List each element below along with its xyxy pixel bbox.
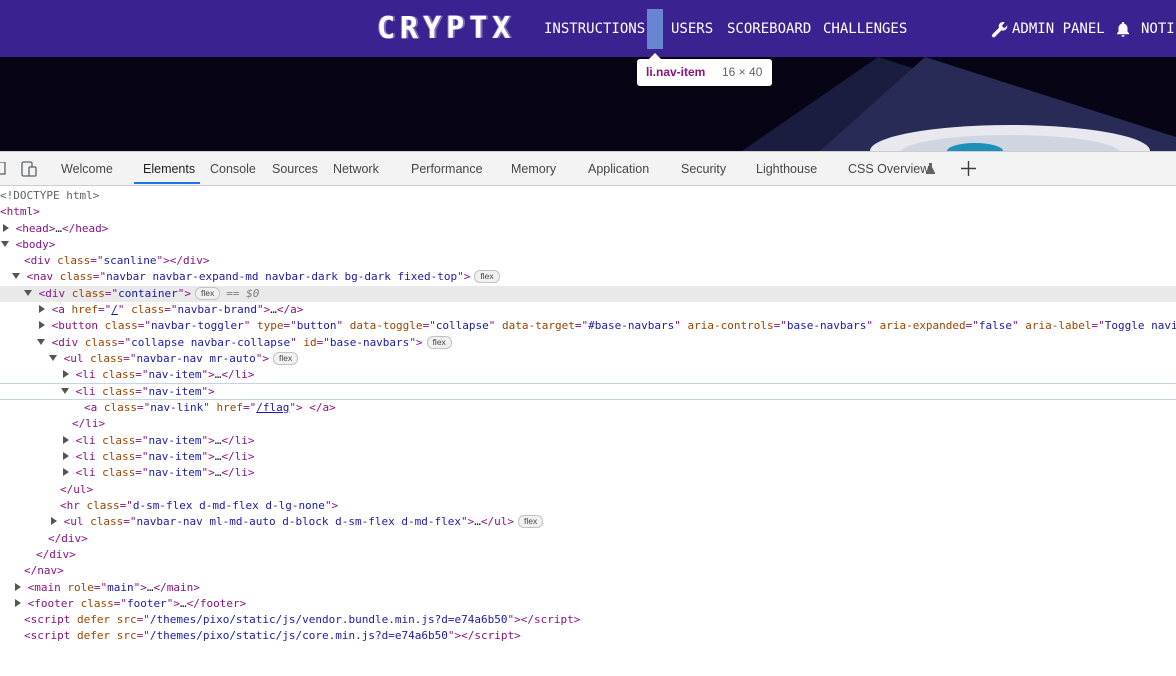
dom-node-hr[interactable]: <hr class="d-sm-flex d-md-flex d-lg-none…: [0, 498, 1176, 514]
wrench-icon: [991, 22, 1008, 38]
inspected-nav-item-highlight: [647, 9, 663, 49]
hero-graphic: [742, 57, 1176, 151]
inspect-tooltip: li.nav-item 16 × 40: [637, 53, 772, 86]
nav-link-admin-panel[interactable]: ADMIN PANEL: [1012, 19, 1105, 39]
collapsed-triangle-icon[interactable]: [39, 305, 45, 313]
add-tab-plus-icon[interactable]: [960, 160, 977, 177]
dom-node-nav[interactable]: <nav class="navbar navbar-expand-md navb…: [0, 269, 1176, 285]
tab-application[interactable]: Application: [588, 152, 649, 185]
expanded-triangle-icon[interactable]: [37, 339, 45, 345]
dom-node-footer[interactable]: <footer class="footer">…</footer>: [0, 596, 1176, 612]
dom-node-navbar-nav-ul[interactable]: <ul class="navbar-nav mr-auto"> flex: [0, 351, 1176, 367]
tab-sources[interactable]: Sources: [272, 152, 318, 185]
tab-welcome[interactable]: Welcome: [61, 152, 113, 185]
nav-link-scoreboard[interactable]: SCOREBOARD: [727, 19, 811, 39]
brand-logo[interactable]: CRYPTX: [377, 13, 515, 45]
dom-node-navbar-collapse[interactable]: <div class="collapse navbar-collapse" id…: [0, 335, 1176, 351]
tab-memory[interactable]: Memory: [511, 152, 556, 185]
bell-icon: [1117, 22, 1129, 37]
dom-node-nav-close[interactable]: </nav>: [0, 563, 1176, 579]
dom-node-html[interactable]: <html>: [0, 204, 1176, 220]
nav-link-users[interactable]: USERS: [671, 19, 713, 39]
dom-node-head[interactable]: <head>…</head>: [0, 221, 1176, 237]
tooltip-dimensions: 16 × 40: [722, 65, 763, 79]
expanded-triangle-icon[interactable]: [1, 241, 9, 247]
dom-node-main[interactable]: <main role="main">…</main>: [0, 580, 1176, 596]
nav-link-notifications[interactable]: NOTIFI: [1141, 19, 1176, 39]
dom-node-li-close[interactable]: </li>: [0, 416, 1176, 432]
collapsed-triangle-icon[interactable]: [63, 468, 69, 476]
collapsed-triangle-icon[interactable]: [51, 517, 57, 525]
flex-badge[interactable]: flex: [518, 515, 544, 528]
tab-elements[interactable]: Elements: [143, 152, 195, 185]
tab-security[interactable]: Security: [681, 152, 726, 185]
tab-css-overview[interactable]: CSS Overview: [848, 152, 929, 185]
expanded-triangle-icon[interactable]: [24, 290, 32, 296]
collapsed-triangle-icon[interactable]: [3, 224, 9, 232]
inspect-element-icon[interactable]: [0, 162, 6, 175]
collapsed-triangle-icon[interactable]: [63, 370, 69, 378]
dom-node-div-close[interactable]: </div>: [0, 547, 1176, 563]
nav-link-challenges[interactable]: CHALLENGES: [823, 19, 907, 39]
collapsed-triangle-icon[interactable]: [15, 583, 21, 591]
site-navbar: CRYPTX INSTRUCTIONS USERS SCOREBOARD CHA…: [0, 0, 1176, 57]
dom-node-navbar-toggler[interactable]: <button class="navbar-toggler" type="but…: [0, 318, 1176, 334]
tab-lighthouse[interactable]: Lighthouse: [756, 152, 817, 185]
expanded-triangle-icon[interactable]: [12, 273, 20, 279]
tab-network[interactable]: Network: [333, 152, 379, 185]
dom-node-navbar-nav-ul-right[interactable]: <ul class="navbar-nav ml-md-auto d-block…: [0, 514, 1176, 530]
flex-badge[interactable]: flex: [272, 352, 299, 365]
dom-node-script-vendor[interactable]: <script defer src="/themes/pixo/static/j…: [0, 612, 1176, 628]
selected-node-marker: == $0: [226, 287, 260, 300]
expanded-triangle-icon[interactable]: [49, 355, 57, 361]
flex-badge[interactable]: flex: [426, 336, 452, 349]
tab-performance[interactable]: Performance: [411, 152, 483, 185]
flask-icon: [926, 163, 935, 174]
dom-node-body[interactable]: <body>: [0, 237, 1176, 253]
dom-node-container-selected[interactable]: <div class="container"> flex == $0: [0, 286, 1176, 302]
dom-tree: <!DOCTYPE html> <html> <head>…</head> <b…: [0, 186, 1176, 643]
tooltip-selector: li.nav-item: [646, 65, 706, 79]
dom-node-nav-item[interactable]: <li class="nav-item">…</li>: [0, 449, 1176, 465]
dom-node-nav-link[interactable]: <a class="nav-link" href="/flag"> </a>: [0, 400, 1176, 416]
dom-node-div-close[interactable]: </div>: [0, 531, 1176, 547]
collapsed-triangle-icon[interactable]: [15, 599, 21, 607]
tab-console[interactable]: Console: [210, 152, 256, 185]
page-viewport: CRYPTX INSTRUCTIONS USERS SCOREBOARD CHA…: [0, 0, 1176, 151]
dom-node-navbar-brand[interactable]: <a href="/" class="navbar-brand">…</a>: [0, 302, 1176, 318]
devtools-tabbar: Welcome Elements Console Sources Network…: [0, 152, 1176, 186]
dom-node-scanline[interactable]: <div class="scanline"></div>: [0, 253, 1176, 269]
collapsed-triangle-icon[interactable]: [63, 452, 69, 460]
device-toolbar-icon[interactable]: [21, 161, 38, 177]
dom-node-nav-item-hovered[interactable]: <li class="nav-item">: [0, 383, 1176, 400]
dom-node-ul-close[interactable]: </ul>: [0, 482, 1176, 498]
collapsed-triangle-icon[interactable]: [63, 436, 69, 444]
expanded-triangle-icon[interactable]: [61, 388, 69, 394]
devtools-panel: Welcome Elements Console Sources Network…: [0, 151, 1176, 643]
flex-badge[interactable]: flex: [474, 270, 500, 283]
active-tab-indicator: [134, 182, 200, 184]
dom-node-nav-item[interactable]: <li class="nav-item">…</li>: [0, 465, 1176, 481]
dom-node-nav-item[interactable]: <li class="nav-item">…</li>: [0, 367, 1176, 383]
flex-badge[interactable]: flex: [194, 287, 221, 300]
dom-node-nav-item[interactable]: <li class="nav-item">…</li>: [0, 433, 1176, 449]
collapsed-triangle-icon[interactable]: [39, 321, 45, 329]
dom-node-doctype[interactable]: <!DOCTYPE html>: [0, 188, 1176, 204]
nav-link-instructions[interactable]: INSTRUCTIONS: [544, 19, 645, 39]
